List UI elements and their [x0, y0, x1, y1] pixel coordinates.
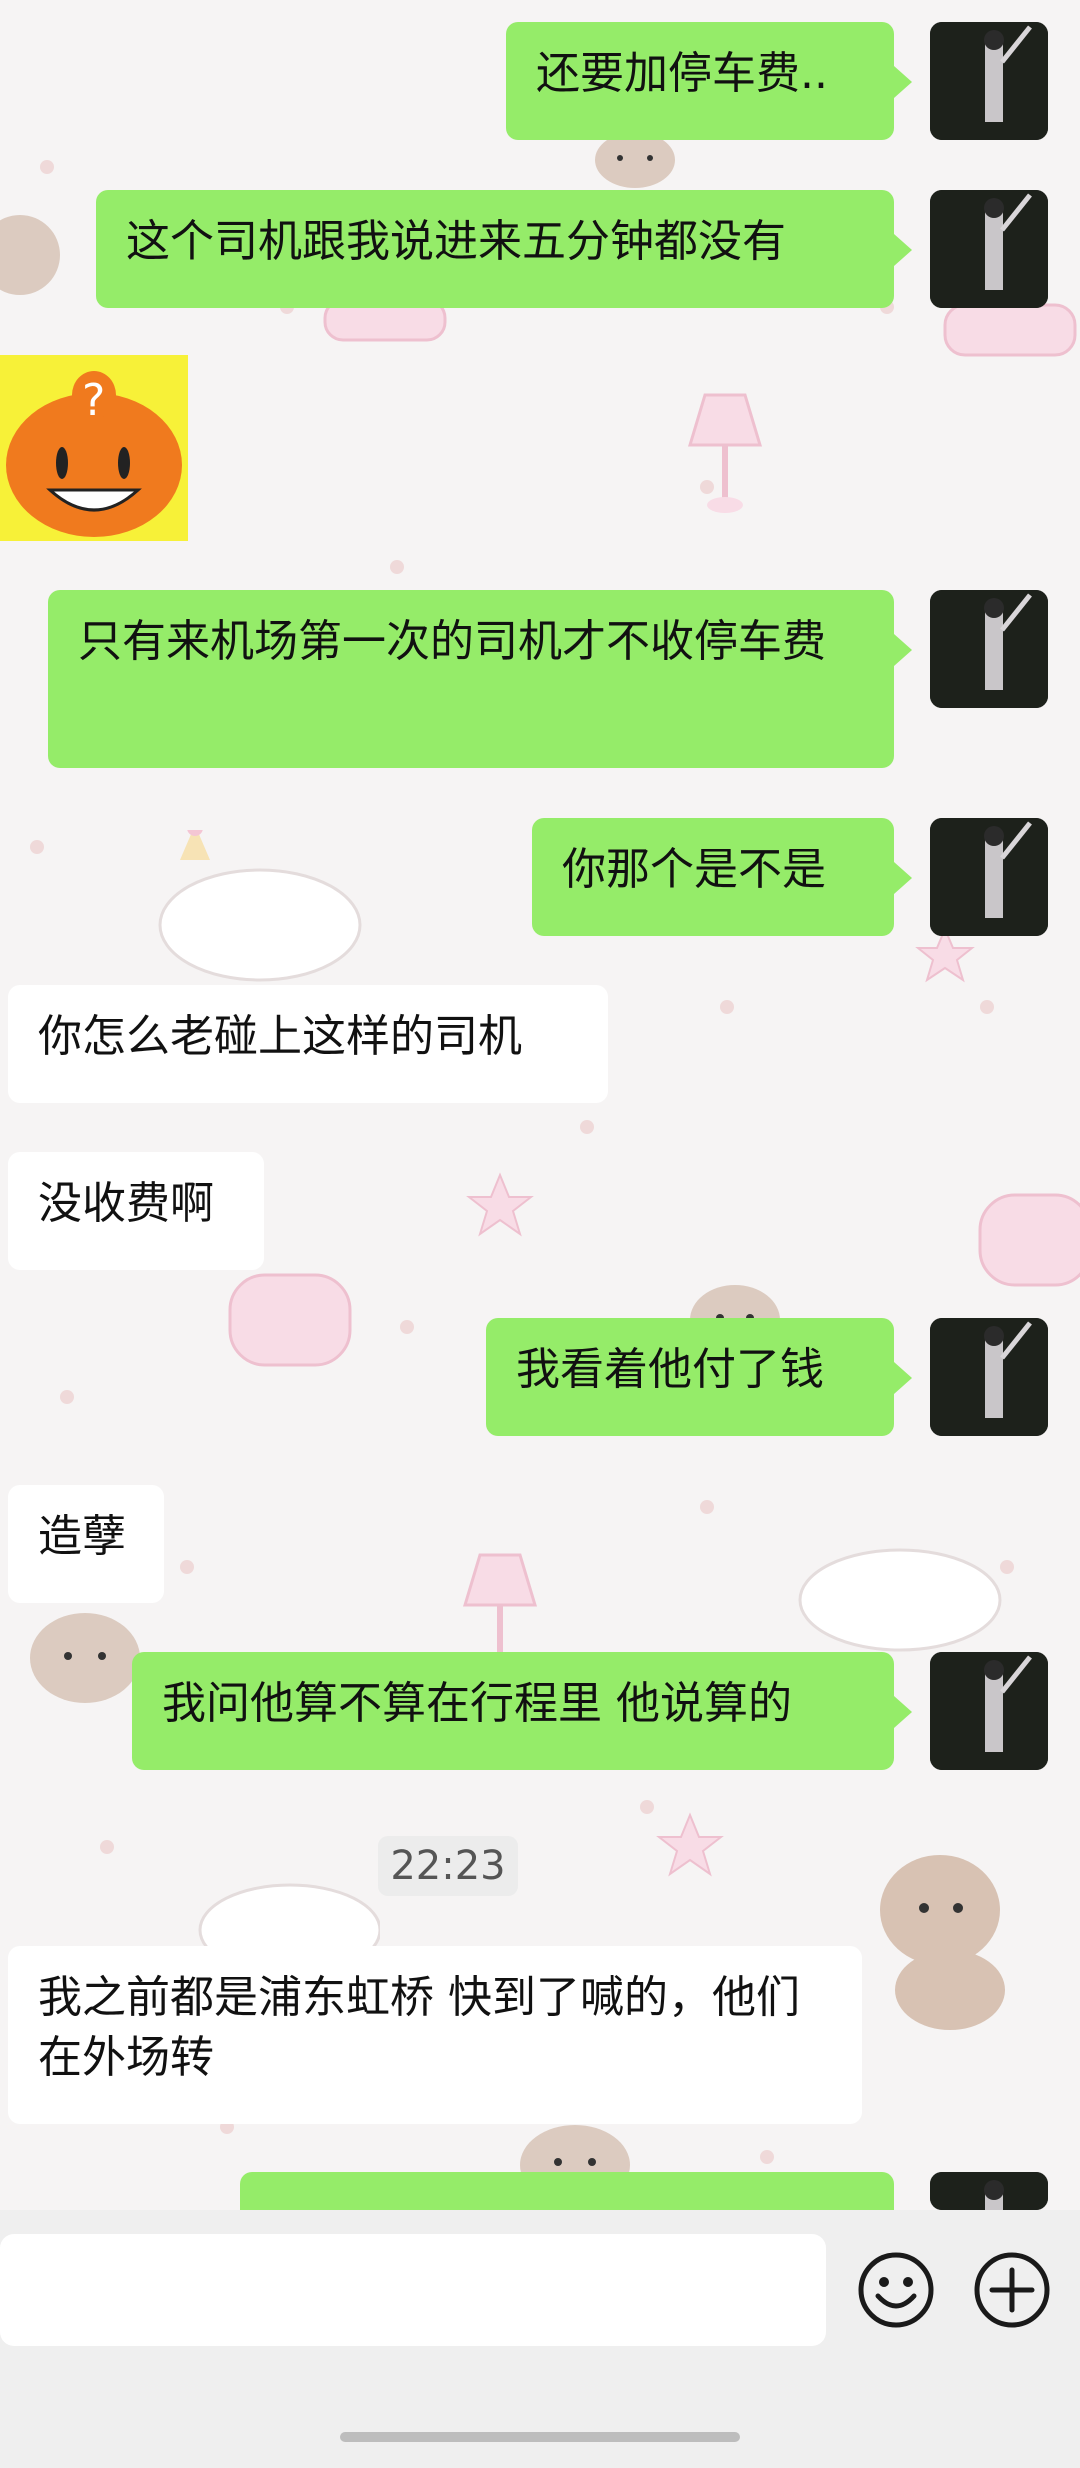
message-bubble-incoming[interactable]: 我之前都是浦东虹桥 快到了喊的，他们在外场转	[8, 1946, 862, 2124]
message-bubble-incoming[interactable]: 没收费啊	[8, 1152, 264, 1270]
message-input[interactable]	[0, 2234, 826, 2346]
avatar-photo	[930, 190, 1048, 308]
home-indicator	[340, 2432, 740, 2442]
message-text: 只有来机场第一次的司机才不收停车费	[78, 616, 826, 667]
bubble-tail	[894, 1696, 912, 1728]
avatar[interactable]	[930, 22, 1048, 140]
avatar[interactable]	[930, 2172, 1048, 2210]
avatar-photo	[930, 22, 1048, 140]
message-bubble-outgoing[interactable]: 我看着他付了钱	[486, 1318, 894, 1436]
message-bubble-incoming[interactable]: 造孽	[8, 1485, 164, 1603]
avatar-photo	[930, 2172, 1048, 2210]
plus-circle-icon[interactable]	[972, 2250, 1052, 2330]
avatar[interactable]	[930, 818, 1048, 936]
bubble-tail	[894, 862, 912, 894]
message-text: 你怎么老碰上这样的司机	[38, 1011, 522, 1062]
message-text: 造孽	[38, 1511, 126, 1562]
svg-text:?: ?	[82, 375, 105, 426]
avatar[interactable]	[930, 1652, 1048, 1770]
timestamp: 22:23	[378, 1836, 518, 1896]
message-text: 这个司机跟我说进来五分钟都没有	[126, 216, 786, 267]
message-bubble-outgoing-partial[interactable]	[240, 2172, 894, 2210]
avatar-photo	[930, 1652, 1048, 1770]
message-bubble-outgoing[interactable]: 还要加停车费..	[506, 22, 894, 140]
message-bubble-outgoing[interactable]: 我问他算不算在行程里 他说算的	[132, 1652, 894, 1770]
sticker-message[interactable]: ?	[0, 355, 188, 541]
bubble-tail	[894, 66, 912, 98]
avatar[interactable]	[930, 590, 1048, 708]
message-text: 我之前都是浦东虹桥 快到了喊的，他们在外场转	[38, 1972, 800, 2083]
chat-history: 还要加停车费.. 这个司机跟我说进来五分钟都没有 ? 只有来机场第一次的司机才不…	[0, 0, 1080, 2210]
avatar-photo	[930, 590, 1048, 708]
orange-question-face-sticker: ?	[6, 371, 182, 537]
message-text: 你那个是不是	[562, 844, 826, 895]
message-bubble-outgoing[interactable]: 只有来机场第一次的司机才不收停车费	[48, 590, 894, 768]
message-bubble-outgoing[interactable]: 你那个是不是	[532, 818, 894, 936]
message-text: 我问他算不算在行程里 他说算的	[162, 1678, 792, 1729]
message-text: 还要加停车费..	[536, 48, 828, 99]
bubble-tail	[894, 1362, 912, 1394]
message-text: 我看着他付了钱	[516, 1344, 824, 1395]
bubble-tail	[894, 634, 912, 666]
avatar-photo	[930, 1318, 1048, 1436]
message-bubble-incoming[interactable]: 你怎么老碰上这样的司机	[8, 985, 608, 1103]
message-text: 没收费啊	[38, 1178, 214, 1229]
avatar-photo	[930, 818, 1048, 936]
avatar[interactable]	[930, 1318, 1048, 1436]
emoji-smile-icon[interactable]	[856, 2250, 936, 2330]
bubble-tail	[894, 234, 912, 266]
avatar[interactable]	[930, 190, 1048, 308]
message-bubble-outgoing[interactable]: 这个司机跟我说进来五分钟都没有	[96, 190, 894, 308]
input-bar	[0, 2210, 1080, 2468]
